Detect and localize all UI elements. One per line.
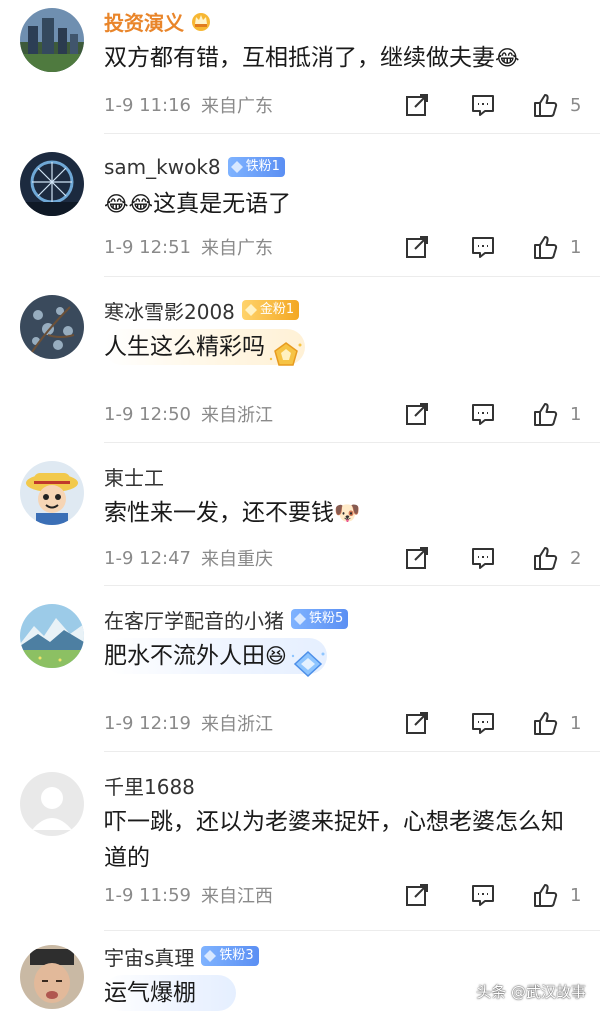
username[interactable]: 投资演义 — [104, 7, 184, 36]
laugh-emoji: 😂 — [495, 46, 520, 70]
diamond-icon — [204, 950, 217, 962]
timestamp: 1-9 12:51 — [104, 236, 191, 258]
location: 来自重庆 — [201, 549, 273, 570]
diamond-icon — [294, 613, 306, 625]
share-icon[interactable] — [404, 882, 430, 908]
diamond-icon — [230, 161, 243, 173]
timestamp: 1-9 11:59 — [104, 884, 191, 906]
comment-icon[interactable] — [470, 710, 496, 736]
like-count: 2 — [570, 547, 582, 569]
diamond-icon — [244, 304, 257, 316]
avatar[interactable] — [20, 772, 84, 836]
crown-icon — [192, 13, 210, 31]
fan-badge[interactable]: 铁粉1 — [227, 157, 285, 177]
like-button[interactable]: 1 — [532, 401, 581, 427]
fan-badge[interactable]: 金粉1 — [241, 300, 300, 320]
like-button[interactable]: 1 — [532, 234, 581, 260]
timestamp: 1-9 11:16 — [104, 94, 191, 116]
location: 来自浙江 — [201, 714, 273, 735]
share-icon[interactable] — [404, 234, 430, 260]
blue-diamond-icon — [291, 650, 325, 678]
divider — [104, 133, 600, 134]
decorated-bubble: 运气爆棚 — [104, 975, 236, 1011]
avatar[interactable] — [20, 461, 84, 525]
laugh-emoji: 😂😂 — [104, 192, 154, 216]
decorated-bubble: 肥水不流外人田😆 — [104, 638, 327, 678]
share-icon[interactable] — [404, 92, 430, 118]
avatar[interactable] — [20, 945, 84, 1009]
thumbs-up-icon — [534, 403, 558, 426]
share-icon[interactable] — [404, 545, 430, 571]
avatar[interactable] — [20, 152, 84, 216]
comment-icon[interactable] — [470, 92, 496, 118]
location: 来自广东 — [201, 238, 273, 259]
thumbs-up-icon — [534, 94, 558, 117]
grin-emoji: 😆 — [265, 644, 287, 668]
avatar[interactable] — [20, 8, 84, 72]
thumbs-up-icon — [534, 712, 558, 735]
fan-badge[interactable]: 铁粉5 — [291, 609, 349, 629]
location: 来自广东 — [201, 96, 273, 117]
like-count: 1 — [570, 712, 582, 734]
comment-icon[interactable] — [470, 545, 496, 571]
gold-pentagon-icon — [269, 342, 302, 366]
username[interactable]: 東士工 — [104, 462, 164, 491]
share-icon[interactable] — [404, 401, 430, 427]
like-count: 1 — [570, 403, 582, 425]
fan-badge[interactable]: 铁粉3 — [201, 946, 259, 966]
like-count: 5 — [570, 94, 582, 116]
location: 来自浙江 — [201, 405, 273, 426]
thumbs-up-icon — [534, 547, 558, 570]
divider — [104, 442, 600, 443]
divider — [104, 276, 600, 277]
username[interactable]: 在客厅学配音的小猪 — [104, 605, 284, 634]
timestamp: 1-9 12:19 — [104, 712, 191, 734]
share-icon[interactable] — [404, 710, 430, 736]
comment-text: 吓一跳，还以为老婆来捉奸，心想老婆怎么知道的 — [104, 809, 564, 871]
username[interactable]: 寒冰雪影2008 — [104, 296, 235, 325]
thumbs-up-icon — [534, 884, 558, 907]
location: 来自江西 — [201, 886, 273, 907]
avatar[interactable] — [20, 604, 84, 668]
divider — [104, 585, 600, 586]
like-count: 1 — [570, 884, 582, 906]
username[interactable]: 宇宙s真理 — [104, 942, 194, 971]
username[interactable]: 千里1688 — [104, 771, 195, 800]
comment-text: 索性来一发，还不要钱🐶 — [104, 500, 361, 526]
like-button[interactable]: 1 — [532, 882, 581, 908]
timestamp: 1-9 12:50 — [104, 403, 191, 425]
decorated-bubble: 人生这么精彩吗 — [104, 329, 305, 366]
comment-icon[interactable] — [470, 234, 496, 260]
timestamp: 1-9 12:47 — [104, 547, 191, 569]
watermark: 头条 @武汉故事 — [476, 983, 586, 1001]
like-button[interactable]: 5 — [532, 92, 581, 118]
like-count: 1 — [570, 236, 582, 258]
comment-text: 肥水不流外人田😆 — [104, 638, 582, 678]
comment-icon[interactable] — [470, 882, 496, 908]
divider — [104, 751, 600, 752]
thumbs-up-icon — [534, 236, 558, 259]
avatar[interactable] — [20, 295, 84, 359]
comment-icon[interactable] — [470, 401, 496, 427]
comment-text: 😂😂这真是无语了 — [104, 191, 292, 217]
comment-text: 人生这么精彩吗 — [104, 329, 582, 366]
divider — [104, 930, 600, 931]
comment-text: 双方都有错，互相抵消了，继续做夫妻😂 — [104, 45, 520, 71]
like-button[interactable]: 1 — [532, 710, 581, 736]
username[interactable]: sam_kwok8 — [104, 155, 221, 179]
doge-emoji: 🐶 — [334, 501, 361, 525]
like-button[interactable]: 2 — [532, 545, 581, 571]
